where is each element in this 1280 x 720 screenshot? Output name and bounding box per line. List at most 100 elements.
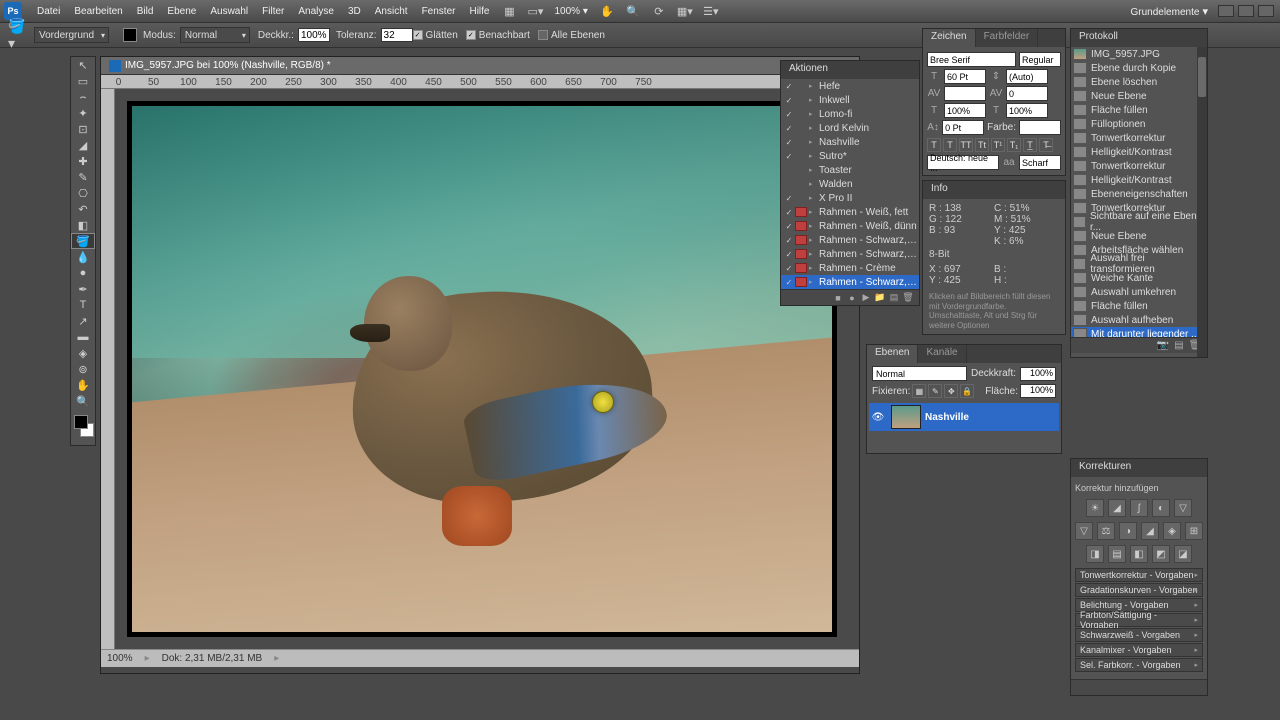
action-item[interactable]: ✓▸Hefe [781,79,919,93]
arrange2-icon[interactable]: ☰▾ [702,4,720,18]
smallcaps-button[interactable]: Tt [975,138,989,152]
close-button[interactable] [1258,5,1274,17]
type-tool[interactable]: T [71,297,95,313]
eraser-tool[interactable]: ◧ [71,217,95,233]
action-item[interactable]: ✓▸Sutro* [781,149,919,163]
super-button[interactable]: T¹ [991,138,1005,152]
actions-tab[interactable]: Aktionen [781,61,919,79]
history-item[interactable]: Fülloptionen [1071,117,1207,131]
minimize-button[interactable] [1218,5,1234,17]
action-item[interactable]: ✓▸Rahmen - Crème [781,261,919,275]
record-icon[interactable]: ● [845,293,859,303]
protokoll-tab[interactable]: Protokoll [1071,29,1207,47]
action-item[interactable]: ✓▸X Pro II [781,191,919,205]
pen-tool[interactable]: ✒ [71,281,95,297]
visibility-icon[interactable]: 👁 [869,412,887,423]
action-item[interactable]: ✓▸Rahmen - Schwarz, ... [781,275,919,289]
history-item[interactable]: Auswahl umkehren [1071,285,1207,299]
history-item[interactable]: Tonwertkorrektur [1071,131,1207,145]
color-swatch[interactable] [1019,120,1061,135]
stamp-tool[interactable]: ⎔ [71,185,95,201]
bw-icon[interactable]: ◑ [1119,522,1137,540]
tracking-input[interactable]: 0 [1006,86,1048,101]
baseline-input[interactable]: 0 Pt [942,120,984,135]
preset-item[interactable]: Sel. Farbkorr. - Vorgaben [1075,658,1203,672]
rotate-icon[interactable]: ⟳ [650,4,668,18]
new-action-icon[interactable]: ▤ [887,292,901,303]
menu-bild[interactable]: Bild [130,6,161,17]
menu-hilfe[interactable]: Hilfe [462,6,496,17]
threshold-icon[interactable]: ◧ [1130,545,1148,563]
info-tab[interactable]: Info [923,181,1065,199]
leading-input[interactable]: (Auto) [1006,69,1048,84]
color-swatches[interactable] [71,413,95,445]
menu-ansicht[interactable]: Ansicht [368,6,415,17]
maximize-button[interactable] [1238,5,1254,17]
zoom-level[interactable]: 100% ▾ [554,6,587,17]
antialias-checkbox[interactable]: ✓ [413,30,423,40]
hue-icon[interactable]: ▽ [1075,522,1093,540]
shape-tool[interactable]: ▬ [71,329,95,345]
canvas[interactable] [127,101,837,637]
action-item[interactable]: ✓▸Lord Kelvin [781,121,919,135]
hand-icon[interactable]: ✋ [598,4,616,18]
stop-icon[interactable]: ■ [831,293,845,303]
kerning-input[interactable] [944,86,986,101]
italic-button[interactable]: T [943,138,957,152]
gradient-icon[interactable]: ◩ [1152,545,1170,563]
action-item[interactable]: ✓▸Inkwell [781,93,919,107]
layer-name[interactable]: Nashville [925,412,969,423]
korrekturen-tab[interactable]: Korrekturen [1071,459,1207,477]
menu-analyse[interactable]: Analyse [291,6,341,17]
invert-icon[interactable]: ◨ [1086,545,1104,563]
lock-paint-icon[interactable]: ✎ [928,384,942,398]
heal-tool[interactable]: ✚ [71,153,95,169]
lock-trans-icon[interactable]: ▦ [912,384,926,398]
contiguous-checkbox[interactable]: ✓ [466,30,476,40]
posterize-icon[interactable]: ▤ [1108,545,1126,563]
lock-move-icon[interactable]: ✥ [944,384,958,398]
layer-thumbnail[interactable] [891,405,921,429]
zoom-icon[interactable]: 🔍 [624,4,642,18]
new-doc-icon[interactable]: ▤ [1171,340,1187,351]
trash-icon[interactable]: 🗑 [901,292,915,303]
hand-tool[interactable]: ✋ [71,377,95,393]
fg-color[interactable] [74,415,88,429]
3d-tool[interactable]: ◈ [71,345,95,361]
vibrance-icon[interactable]: ▽ [1174,499,1192,517]
path-tool[interactable]: ↗ [71,313,95,329]
ebenen-tab[interactable]: Ebenen [867,345,918,363]
history-item[interactable]: Ebene durch Kopie [1071,61,1207,75]
preset-item[interactable]: Schwarzweiß - Vorgaben [1075,628,1203,642]
history-item[interactable]: Fläche füllen [1071,103,1207,117]
language-dropdown[interactable]: Deutsch: neue ... [927,155,999,170]
bucket-tool-icon[interactable]: 🪣▾ [8,25,30,45]
blur-tool[interactable]: 💧 [71,249,95,265]
action-item[interactable]: ✓▸Nashville [781,135,919,149]
history-item[interactable]: Mit darunter liegender ... [1071,327,1207,337]
preset-item[interactable]: Tonwertkorrektur - Vorgaben [1075,568,1203,582]
history-item[interactable]: Tonwertkorrektur [1071,159,1207,173]
lasso-tool[interactable]: ⌢ [71,89,95,105]
document-tab[interactable]: IMG_5957.JPG bei 100% (Nashville, RGB/8)… [101,57,859,75]
action-item[interactable]: ▸Toaster [781,163,919,177]
balance-icon[interactable]: ⚖ [1097,522,1115,540]
menu-ebene[interactable]: Ebene [160,6,203,17]
arrange-icon[interactable]: ▦▾ [676,4,694,18]
preset-item[interactable]: Farbton/Sättigung - Vorgaben [1075,613,1203,627]
history-item[interactable]: Fläche füllen [1071,299,1207,313]
mixer-icon[interactable]: ◈ [1163,522,1181,540]
brush-tool[interactable]: ✎ [71,169,95,185]
history-scrollbar[interactable] [1197,47,1207,357]
menu-filter[interactable]: Filter [255,6,291,17]
tolerance-input[interactable] [381,28,413,42]
selective-icon[interactable]: ◪ [1174,545,1192,563]
status-docsize[interactable]: Dok: 2,31 MB/2,31 MB [162,653,263,664]
bridge-icon[interactable]: ▦ [500,4,518,18]
history-item[interactable]: Auswahl aufheben [1071,313,1207,327]
bold-button[interactable]: T [927,138,941,152]
fill-source-dropdown[interactable]: Vordergrund [34,27,109,43]
action-item[interactable]: ✓▸Rahmen - Weiß, fett [781,205,919,219]
play-icon[interactable]: ▶ [859,292,873,303]
antialias-dropdown[interactable]: Scharf [1019,155,1061,170]
